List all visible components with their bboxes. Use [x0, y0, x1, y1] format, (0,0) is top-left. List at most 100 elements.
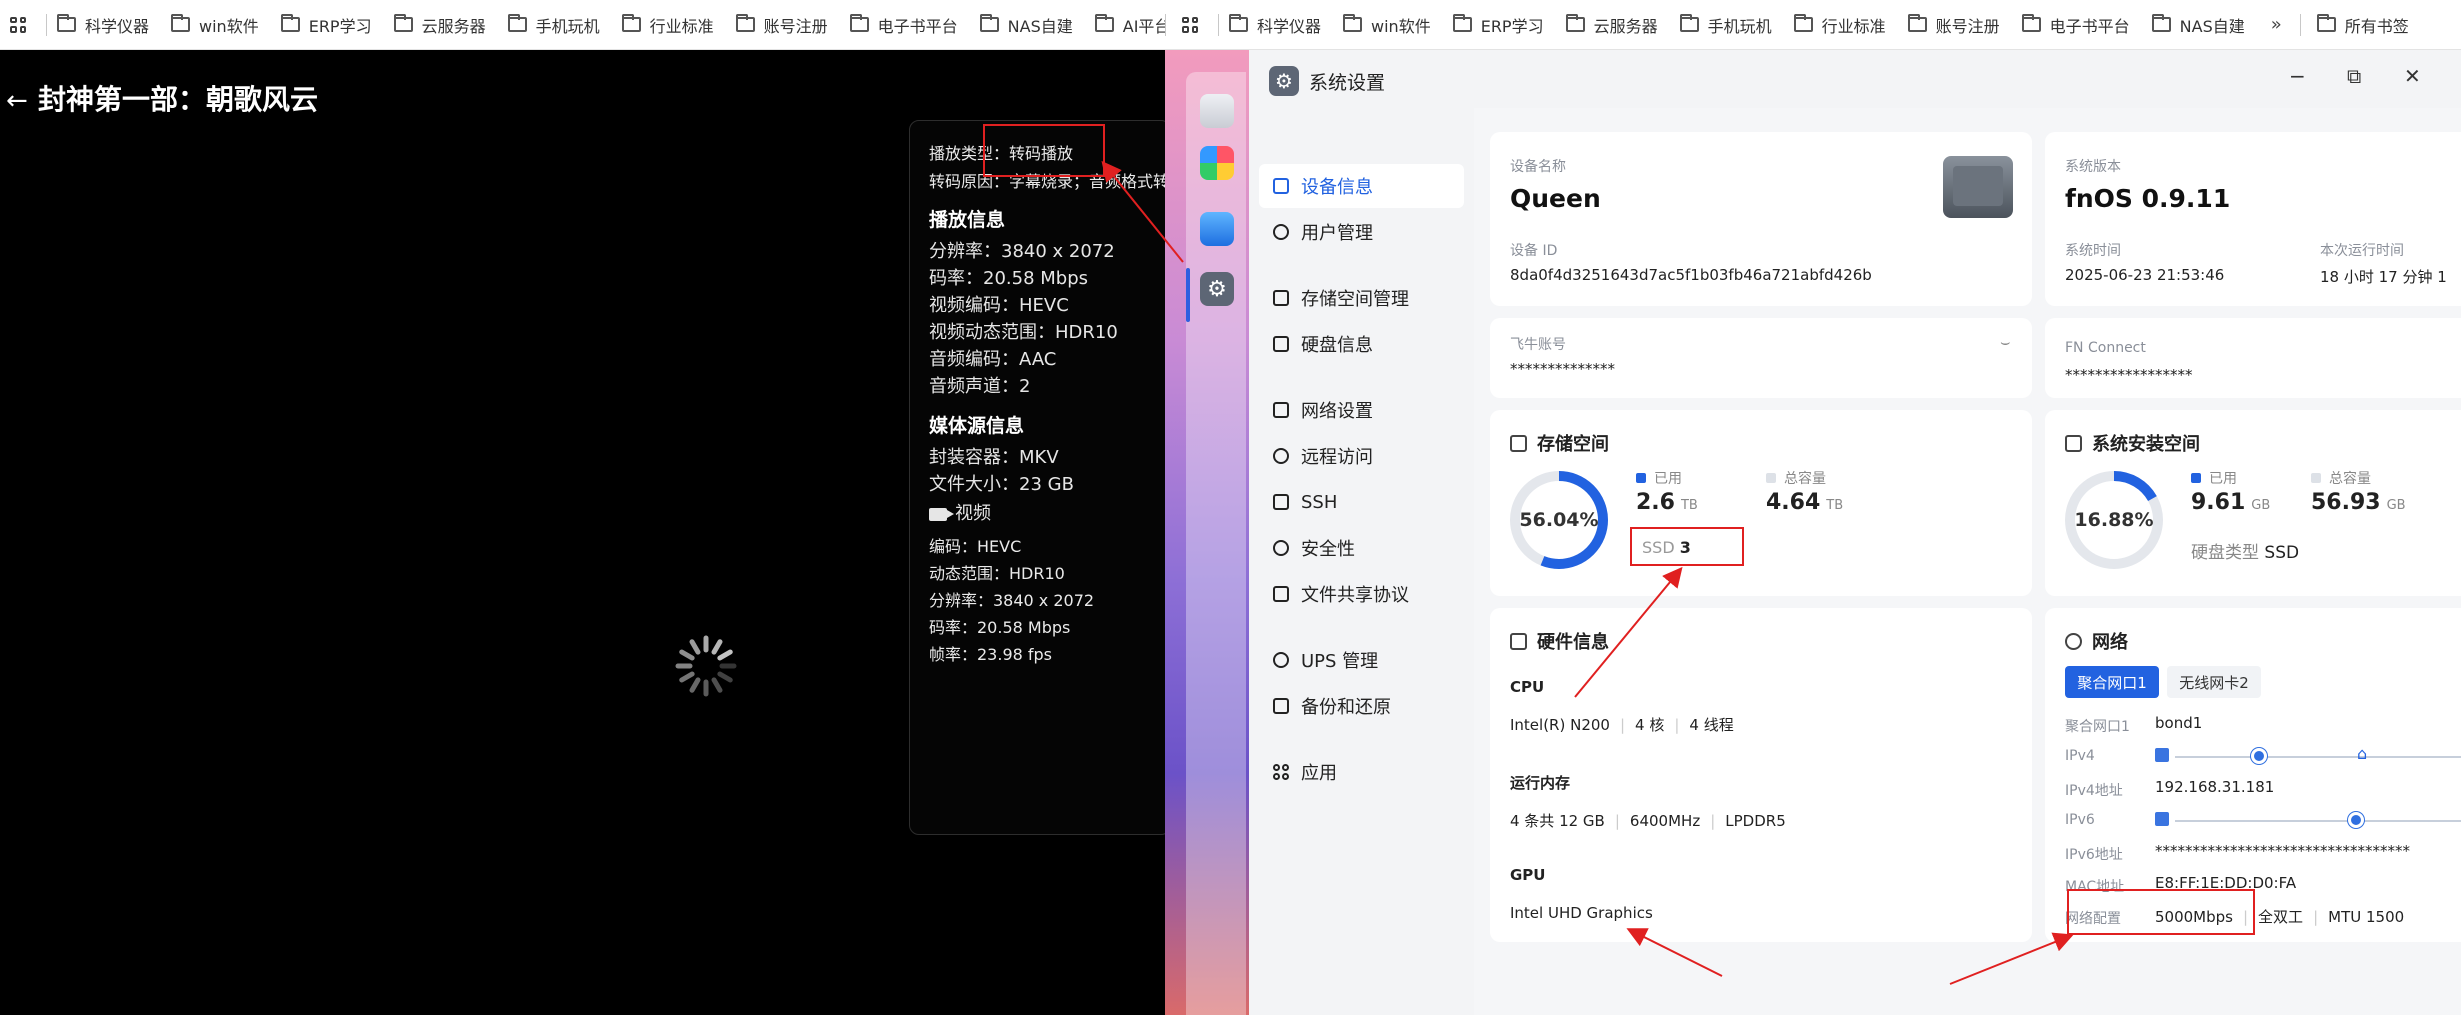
bookmark-folder[interactable]: NAS自建: [2151, 13, 2245, 37]
memory-info: 4 条共 12 GB | 6400MHz | LPDDR5: [1510, 812, 1786, 830]
all-bookmarks-link[interactable]: 所有书签: [2316, 13, 2409, 37]
bookmark-folder[interactable]: ERP学习: [1452, 13, 1544, 37]
sidebar-item-users[interactable]: 用户管理: [1259, 210, 1464, 254]
nas-device-icon: [1943, 156, 2013, 218]
folder-icon: [979, 14, 999, 32]
device-name: Queen: [1510, 184, 1601, 213]
total-legend: 总容量: [1766, 468, 1826, 488]
sidebar-item-network[interactable]: 网络设置: [1259, 388, 1464, 432]
bookmark-folder[interactable]: 手机玩机: [1679, 13, 1772, 37]
back-arrow-icon[interactable]: ←: [6, 86, 28, 116]
bookmark-label: win软件: [1371, 16, 1431, 36]
sidebar-item-file-sharing[interactable]: 文件共享协议: [1259, 572, 1464, 616]
bookmark-folder[interactable]: 云服务器: [1565, 13, 1658, 37]
bookmark-overflow-button[interactable]: »: [2271, 14, 2282, 35]
folder-icon: [1343, 14, 1363, 32]
video-label: 视频: [955, 503, 991, 524]
sys-used-number: 9.61: [2191, 490, 2246, 515]
sidebar-item-security[interactable]: 安全性: [1259, 526, 1464, 570]
bookmark-separator: [1165, 13, 1166, 36]
fn-connect-card: FN Connect *****************: [2045, 318, 2461, 398]
uptime-label: 本次运行时间: [2320, 243, 2404, 259]
apps-grid-icon[interactable]: [1172, 0, 1208, 49]
donut-percent-label: 16.88%: [2074, 509, 2153, 531]
media-info-heading: 媒体源信息: [929, 415, 1025, 437]
sys-used-value: 9.61 GB: [2191, 490, 2270, 515]
bookmark-folder[interactable]: NAS自建: [979, 13, 1073, 37]
apps-grid-icon[interactable]: [0, 0, 36, 49]
sidebar-item-device-info[interactable]: 设备信息: [1259, 164, 1464, 208]
router-icon: ⌂: [2357, 744, 2368, 763]
bookmark-folder[interactable]: 电子书平台: [849, 13, 958, 37]
sidebar-item-label: 备份和还原: [1301, 697, 1391, 718]
sidebar-item-label: 应用: [1301, 763, 1337, 784]
folder-icon: [280, 14, 300, 32]
sidebar-item-label: 远程访问: [1301, 447, 1373, 468]
tab-bond1[interactable]: 聚合网口1: [2065, 666, 2159, 698]
bookmark-folder[interactable]: 手机玩机: [507, 13, 600, 37]
bookmark-folder[interactable]: win软件: [171, 13, 259, 37]
monitor-app-icon[interactable]: [1200, 94, 1234, 128]
settings-app-icon[interactable]: ⚙: [1200, 272, 1234, 306]
system-space-card: 系统安装空间 16.88% 已用 9.61 GB 总容量 56.93 GB 硬盘类型…: [2045, 410, 2461, 596]
device-card: 设备名称 Queen 设备 ID 8da0f4d3251643d7ac5f1b0…: [1490, 132, 2032, 306]
bookmark-label: 电子书平台: [877, 16, 958, 36]
ipv6-address-label: IPv6地址: [2065, 847, 2123, 863]
sidebar-item-apps[interactable]: 应用: [1259, 750, 1464, 794]
bookmark-label: 行业标准: [1821, 16, 1886, 36]
sidebar-item-storage[interactable]: 存储空间管理: [1259, 276, 1464, 320]
app-center-icon[interactable]: [1200, 146, 1234, 180]
movie-title: 封神第一部：朝歌风云: [38, 83, 319, 116]
play-info-line: 音频声道：2: [929, 376, 1031, 397]
bookmark-folder[interactable]: ERP学习: [280, 13, 372, 37]
bookmark-folder[interactable]: 行业标准: [1793, 13, 1886, 37]
storage-card: 存储空间 56.04% 已用 2.6 TB 总容量 4.64 TB SSD 3: [1490, 410, 2032, 596]
bookmark-folder[interactable]: 账号注册: [735, 13, 828, 37]
sidebar-item-remote[interactable]: 远程访问: [1259, 434, 1464, 478]
bookmark-label: 科学仪器: [85, 16, 150, 36]
settings-sidebar: 设备信息 用户管理 存储空间管理 硬盘信息 网络设置 远程访问 SSH 安全性 …: [1249, 108, 1474, 1015]
bookmark-folder[interactable]: 电子书平台: [2021, 13, 2130, 37]
tab-wireless2[interactable]: 无线网卡2: [2167, 666, 2261, 698]
play-info-line: 视频动态范围：HDR10: [929, 322, 1118, 343]
used-legend: 已用: [2191, 468, 2237, 488]
bookmark-folder[interactable]: 科学仪器: [57, 13, 149, 37]
cpu-label: CPU: [1510, 678, 1545, 696]
file-manager-icon[interactable]: [1200, 212, 1234, 246]
send-icon: [1273, 448, 1289, 464]
close-button[interactable]: ✕: [2404, 64, 2421, 88]
bookmark-folder[interactable]: 账号注册: [1907, 13, 2000, 37]
storage-icon: [1510, 434, 1527, 452]
disk-type-label: 硬盘类型: [2191, 543, 2259, 563]
bookmark-folder[interactable]: win软件: [1343, 13, 1431, 37]
folder-icon: [1565, 14, 1585, 32]
spinner-segment: [689, 639, 701, 655]
ipv6-label: IPv6: [2065, 812, 2095, 828]
sidebar-item-ssh[interactable]: SSH: [1259, 480, 1464, 524]
used-legend: 已用: [1636, 468, 1682, 488]
minimize-button[interactable]: −: [2289, 64, 2306, 88]
cpu-threads: 4 线程: [1689, 716, 1734, 734]
spinner-segment: [711, 677, 723, 693]
ipv6-status-node: [2348, 812, 2364, 828]
bookmark-folder[interactable]: AI平台: [1094, 13, 1165, 37]
sidebar-item-backup[interactable]: 备份和还原: [1259, 684, 1464, 728]
sidebar-item-disks[interactable]: 硬盘信息: [1259, 322, 1464, 366]
network-icon: [1273, 402, 1289, 418]
annotation-box-play-type: [983, 124, 1105, 177]
sidebar-item-ups[interactable]: UPS 管理: [1259, 638, 1464, 682]
spinner-segment: [711, 639, 723, 655]
terminal-icon: [1273, 494, 1289, 510]
folder-icon: [2151, 14, 2171, 32]
ipv4-address: 192.168.31.181: [2155, 778, 2275, 796]
bookmark-folder[interactable]: 云服务器: [393, 13, 486, 37]
maximize-button[interactable]: ⧉: [2347, 64, 2361, 88]
bookmark-folder[interactable]: 行业标准: [621, 13, 714, 37]
device-name-label: 设备名称: [1510, 159, 1566, 175]
total-legend-label: 总容量: [1784, 471, 1826, 487]
video-player[interactable]: ← 封神第一部：朝歌风云 播放类型：转码播放 转码原因：字幕烧录；音频格式转 播…: [0, 50, 1171, 1015]
eye-off-icon[interactable]: ⌣: [2000, 332, 2011, 352]
donut-percent-label: 56.04%: [1519, 509, 1598, 531]
bookmark-folder[interactable]: 科学仪器: [1229, 13, 1321, 37]
bookmark-label: win软件: [199, 16, 259, 36]
